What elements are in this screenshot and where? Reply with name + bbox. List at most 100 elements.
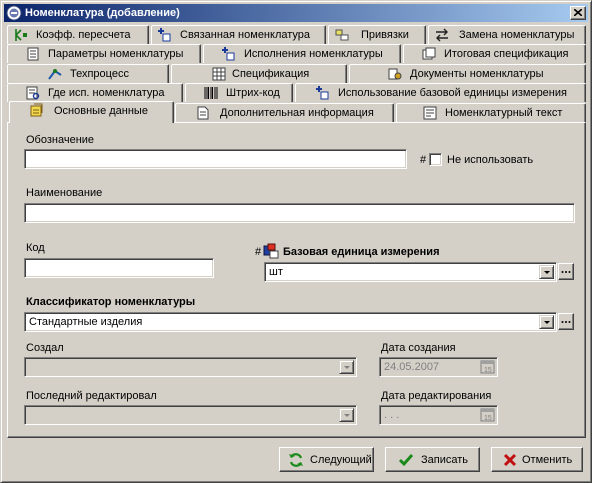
edited-date-label: Дата редактирования [381, 390, 492, 402]
add-version-icon [222, 47, 236, 61]
tab-label: Техпроцесс [70, 68, 129, 80]
cancel-button-label: Отменить [522, 454, 573, 466]
edited-date-field: . . . 15 [379, 405, 498, 425]
tab-nomenclature-text[interactable]: Номенклатурный текст [396, 103, 586, 122]
save-button-label: Записать [421, 454, 469, 466]
checkmark-icon [398, 452, 414, 468]
last-edited-by-label: Последний редактировал [26, 390, 157, 402]
base-unit-label: Базовая единица измерения [283, 246, 440, 258]
svg-text:15: 15 [484, 415, 492, 422]
base-unit-icon [263, 243, 279, 259]
close-button[interactable] [570, 6, 586, 20]
tab-related-nomenclature[interactable]: Связанная номенклатура [151, 25, 326, 44]
tab-conversion-factor[interactable]: Коэфф. пересчета [7, 25, 149, 44]
where-used-icon [26, 86, 40, 100]
calendar-icon: 15 [480, 408, 495, 422]
last-edited-by-select [24, 405, 357, 425]
tab-barcode[interactable]: Штрих-код [185, 83, 293, 102]
chevron-down-icon [344, 366, 350, 369]
name-label: Наименование [26, 187, 103, 199]
title-bar[interactable]: Номенклатура (добавление) [4, 4, 588, 22]
tab-label: Где исп. номенклатура [48, 87, 165, 99]
table-icon [212, 67, 226, 81]
tab-label: Исполнения номенклатуры [244, 48, 383, 60]
tab-label: Привязки [361, 29, 409, 41]
barcode-icon [204, 86, 218, 100]
classifier-browse-button[interactable] [558, 313, 574, 330]
chevron-down-icon [344, 414, 350, 417]
tab-techprocess[interactable]: Техпроцесс [7, 64, 169, 83]
classifier-label: Классификатор номенклатуры [26, 296, 196, 308]
not-use-label: Не использовать [447, 154, 534, 166]
tab-label: Связанная номенклатура [180, 29, 311, 41]
tab-documents[interactable]: Документы номенклатуры [349, 64, 586, 83]
add-link-icon [158, 28, 172, 42]
classifier-select[interactable]: Стандартные изделия [24, 312, 557, 332]
tab-label: Основные данные [54, 105, 148, 117]
chevron-down-icon [544, 321, 550, 324]
tab-label: Итоговая спецификация [444, 48, 569, 60]
conversion-factor-icon [14, 28, 28, 42]
cancel-button[interactable]: Отменить [491, 447, 583, 472]
created-date-field: 24.05.2007 15 [379, 357, 498, 377]
chevron-down-icon [544, 271, 550, 274]
calendar-icon: 15 [480, 360, 495, 374]
created-by-dropdown-button [339, 360, 354, 374]
base-unit-browse-button[interactable] [558, 263, 574, 280]
tab-where-used[interactable]: Где исп. номенклатура [7, 83, 183, 102]
tab-versions[interactable]: Исполнения номенклатуры [203, 44, 401, 63]
classifier-dropdown-button[interactable] [539, 315, 554, 329]
next-button[interactable]: Следующий [279, 447, 374, 472]
tab-label: Номенклатурный текст [445, 107, 563, 119]
tab-label: Коэфф. пересчета [36, 29, 131, 41]
code-input[interactable] [24, 258, 214, 278]
binding-icon [335, 28, 349, 42]
designation-label: Обозначение [26, 134, 95, 146]
created-date-label: Дата создания [381, 342, 456, 354]
tab-main-data[interactable]: Основные данные [9, 101, 174, 123]
tab-specification[interactable]: Спецификация [171, 64, 347, 83]
tab-label: Использование базовой единицы измерения [338, 87, 567, 99]
hash-marker: # [420, 154, 427, 166]
app-icon [6, 5, 22, 21]
refresh-icon [288, 452, 304, 468]
tab-bindings[interactable]: Привязки [328, 25, 426, 44]
tab-replacement[interactable]: Замена номенклатуры [428, 25, 586, 44]
base-unit-dropdown-button[interactable] [539, 265, 554, 279]
cross-icon [502, 452, 518, 468]
tab-parameters[interactable]: Параметры номенклатуры [7, 44, 201, 63]
ellipsis-icon [561, 321, 571, 323]
main-data-icon [30, 103, 44, 117]
parameters-icon [26, 47, 40, 61]
window-title: Номенклатура (добавление) [25, 7, 180, 19]
next-button-label: Следующий [310, 454, 372, 466]
documents-icon [388, 67, 402, 81]
name-input[interactable] [24, 203, 575, 223]
text-icon [423, 106, 437, 120]
dialog-window: Номенклатура (добавление) Коэфф. пересче… [0, 0, 592, 483]
save-button[interactable]: Записать [385, 447, 480, 472]
tab-label: Замена номенклатуры [459, 29, 575, 41]
hash-marker: # [255, 246, 262, 258]
svg-text:15: 15 [484, 367, 492, 374]
swap-arrows-icon [435, 28, 449, 42]
info-doc-icon [196, 106, 210, 120]
tab-label: Дополнительная информация [220, 107, 374, 119]
add-usage-icon [316, 86, 330, 100]
techprocess-icon [48, 67, 62, 81]
tab-additional-info[interactable]: Дополнительная информация [175, 103, 394, 122]
tab-label: Штрих-код [226, 87, 280, 99]
tab-label: Спецификация [232, 68, 310, 80]
tab-final-spec[interactable]: Итоговая спецификация [403, 44, 586, 63]
close-icon [574, 9, 582, 16]
not-use-checkbox[interactable] [429, 153, 442, 166]
tab-base-unit-usage[interactable]: Использование базовой единицы измерения [295, 83, 586, 102]
designation-input[interactable] [24, 149, 407, 169]
base-unit-select[interactable]: шт [264, 262, 557, 282]
last-edited-by-dropdown-button [339, 408, 354, 422]
code-label: Код [26, 242, 45, 254]
tab-label: Параметры номенклатуры [48, 48, 184, 60]
ellipsis-icon [561, 271, 571, 273]
tab-label: Документы номенклатуры [410, 68, 544, 80]
created-by-select [24, 357, 357, 377]
